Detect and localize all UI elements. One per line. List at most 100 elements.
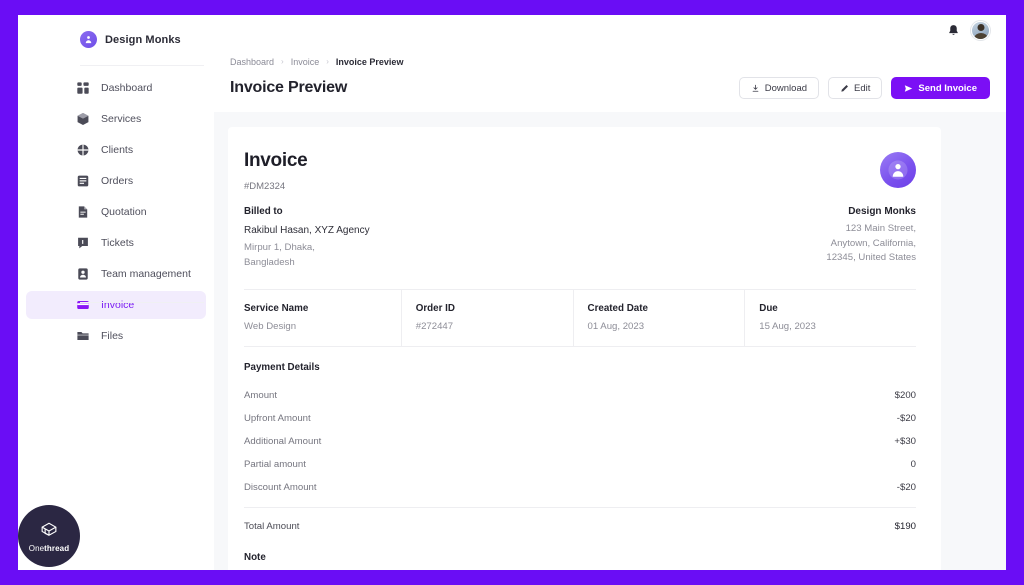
invoice-parties: Billed to Rakibul Hasan, XYZ Agency Mirp… bbox=[244, 206, 916, 270]
sidebar-item-label: Invoice bbox=[101, 299, 135, 311]
meta-value: 01 Aug, 2023 bbox=[587, 321, 645, 333]
onethread-badge[interactable]: Onethread bbox=[18, 505, 80, 567]
sidebar-divider-top bbox=[80, 65, 204, 66]
billed-to-label: Billed to bbox=[244, 206, 283, 217]
payment-row-label: Additional Amount bbox=[244, 436, 322, 448]
meta-value: 15 Aug, 2023 bbox=[759, 321, 816, 333]
invoice-identity: Invoice #DM2324 bbox=[244, 150, 308, 192]
download-button[interactable]: Download bbox=[738, 77, 820, 99]
company-address-line: 12345, United States bbox=[826, 252, 916, 264]
header-actions: Download Edit Send Invoice bbox=[738, 77, 990, 99]
payment-row: Partial amount 0 bbox=[244, 453, 916, 476]
meta-label: Due bbox=[759, 303, 778, 315]
payment-row-label: Upfront Amount bbox=[244, 413, 311, 425]
clients-globe-icon bbox=[76, 143, 90, 157]
send-paper-plane-icon bbox=[905, 84, 913, 92]
send-invoice-button[interactable]: Send Invoice bbox=[891, 77, 990, 99]
payment-total-row: Total Amount $190 bbox=[244, 507, 916, 532]
dashboard-grid-icon bbox=[76, 81, 90, 95]
bell-icon[interactable] bbox=[947, 24, 960, 37]
meta-label: Service Name bbox=[244, 303, 309, 315]
payment-row: Additional Amount +$30 bbox=[244, 430, 916, 453]
onethread-cube-icon bbox=[41, 522, 57, 536]
sidebar-item-quotation[interactable]: Quotation bbox=[26, 198, 206, 226]
sidebar-item-dashboard[interactable]: Dashboard bbox=[26, 74, 206, 102]
payment-row-value: +$30 bbox=[894, 436, 916, 448]
chevron-right-icon: › bbox=[326, 57, 329, 66]
billed-to-address-line: Bangladesh bbox=[244, 256, 295, 268]
meta-label: Order ID bbox=[415, 303, 455, 315]
files-folder-icon bbox=[76, 329, 90, 343]
send-invoice-button-label: Send Invoice bbox=[918, 82, 977, 94]
orders-list-icon bbox=[76, 174, 90, 188]
sidebar-item-invoice[interactable]: Invoice bbox=[26, 291, 206, 319]
page-header-row: Invoice Preview Download Edit Send Invoi… bbox=[230, 77, 990, 99]
company-block: Design Monks 123 Main Street, Anytown, C… bbox=[826, 206, 916, 266]
meta-cell-order-id: Order ID #272447 bbox=[402, 290, 574, 347]
payment-row-label: Partial amount bbox=[244, 459, 306, 471]
payment-details-title: Payment Details bbox=[244, 362, 320, 374]
meta-value: #272447 bbox=[415, 321, 454, 333]
billed-to-address-line: Mirpur 1, Dhaka, bbox=[244, 242, 315, 253]
invoice-canvas: Invoice #DM2324 Billed to Rakibul Hasan,… bbox=[214, 112, 1006, 570]
breadcrumb-item-invoice[interactable]: Invoice bbox=[291, 57, 320, 67]
quotation-document-icon bbox=[76, 205, 90, 219]
edit-button[interactable]: Edit bbox=[828, 77, 883, 99]
app-window: Design Monks Dashboard Services Clients … bbox=[18, 15, 1006, 570]
sidebar-nav: Dashboard Services Clients Orders Quotat… bbox=[18, 74, 214, 350]
breadcrumb-item-invoice-preview: Invoice Preview bbox=[335, 57, 404, 67]
payment-row-value: $200 bbox=[894, 390, 916, 402]
company-address-line: Anytown, California, bbox=[830, 237, 916, 249]
payment-row-value: -$20 bbox=[896, 413, 916, 425]
payment-row-value: -$20 bbox=[896, 482, 916, 494]
download-icon bbox=[752, 84, 759, 92]
meta-label: Created Date bbox=[587, 303, 648, 315]
sidebar-item-orders[interactable]: Orders bbox=[26, 167, 206, 195]
design-monks-logo-icon bbox=[80, 31, 97, 48]
onethread-label: Onethread bbox=[28, 544, 70, 553]
download-button-label: Download bbox=[764, 82, 808, 94]
avatar[interactable] bbox=[971, 20, 990, 40]
sidebar-item-files[interactable]: Files bbox=[26, 322, 206, 350]
services-box-icon bbox=[76, 112, 90, 126]
brand[interactable]: Design Monks bbox=[18, 21, 214, 58]
breadcrumb-item-dashboard[interactable]: Dashboard bbox=[230, 57, 274, 67]
sidebar-item-label: Services bbox=[101, 113, 142, 125]
sidebar-item-clients[interactable]: Clients bbox=[26, 136, 206, 164]
meta-cell-created-date: Created Date 01 Aug, 2023 bbox=[574, 290, 746, 347]
brand-name: Design Monks bbox=[105, 33, 181, 46]
sidebar-item-tickets[interactable]: Tickets bbox=[26, 229, 206, 257]
meta-value: Web Design bbox=[244, 321, 297, 333]
payment-total-label: Total Amount bbox=[244, 521, 300, 533]
breadcrumb: Dashboard › Invoice › Invoice Preview bbox=[230, 57, 990, 67]
sidebar-divider-bottom bbox=[80, 302, 204, 303]
company-name: Design Monks bbox=[848, 206, 916, 217]
payment-row-label: Amount bbox=[244, 390, 278, 402]
sidebar-item-services[interactable]: Services bbox=[26, 105, 206, 133]
sidebar-item-label: Files bbox=[101, 330, 124, 342]
invoice-card: Invoice #DM2324 Billed to Rakibul Hasan,… bbox=[228, 127, 941, 570]
sidebar: Design Monks Dashboard Services Clients … bbox=[18, 15, 214, 570]
meta-cell-due: Due 15 Aug, 2023 bbox=[745, 290, 916, 346]
sidebar-item-label: Dashboard bbox=[101, 82, 153, 94]
invoice-title: Invoice bbox=[244, 150, 308, 171]
chevron-right-icon: › bbox=[281, 57, 284, 66]
sidebar-item-label: Tickets bbox=[101, 237, 134, 249]
billed-to-name: Rakibul Hasan, XYZ Agency bbox=[244, 225, 370, 236]
sidebar-item-label: Orders bbox=[101, 175, 134, 187]
note-title: Note bbox=[244, 552, 266, 564]
payment-row: Upfront Amount -$20 bbox=[244, 407, 916, 430]
payment-row-label: Discount Amount bbox=[244, 482, 317, 494]
payment-total-value: $190 bbox=[894, 521, 916, 533]
sidebar-item-label: Quotation bbox=[101, 206, 147, 218]
page-header: Dashboard › Invoice › Invoice Preview In… bbox=[214, 45, 1006, 112]
sidebar-item-team-management[interactable]: Team management bbox=[26, 260, 206, 288]
edit-button-label: Edit bbox=[854, 82, 871, 94]
payment-row: Amount $200 bbox=[244, 384, 916, 407]
sidebar-item-label: Clients bbox=[101, 144, 134, 156]
invoice-meta-row: Service Name Web Design Order ID #272447… bbox=[244, 289, 916, 348]
pencil-edit-icon bbox=[841, 84, 849, 92]
design-monks-logo-icon bbox=[880, 152, 916, 188]
company-address-line: 123 Main Street, bbox=[845, 223, 916, 234]
payment-row-value: 0 bbox=[910, 459, 916, 471]
